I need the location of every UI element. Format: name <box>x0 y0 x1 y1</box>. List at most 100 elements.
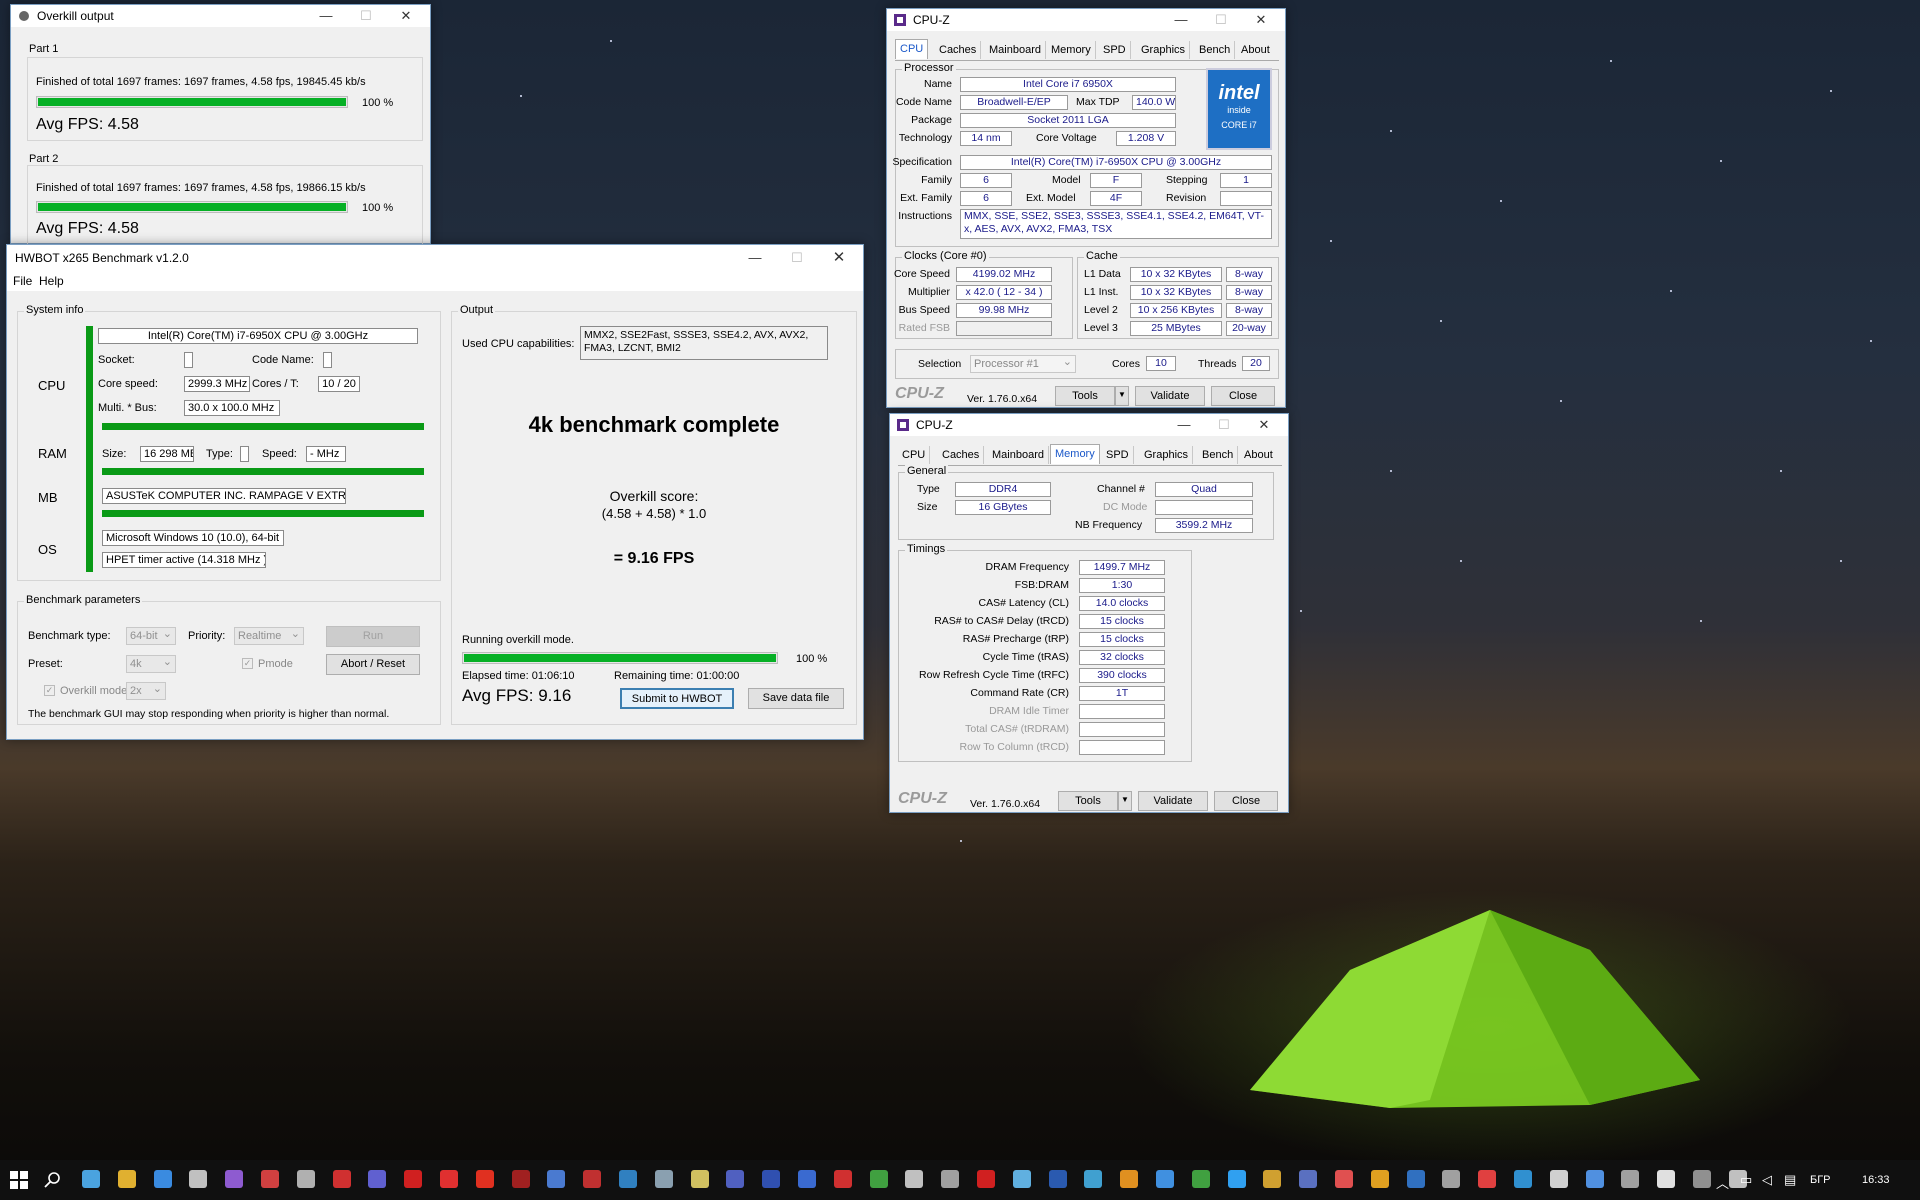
taskbar-app-icon[interactable] <box>690 1170 709 1188</box>
taskbar-app-icon[interactable] <box>296 1170 315 1188</box>
minimize-button[interactable]: — <box>306 5 346 27</box>
taskbar-app-icon[interactable] <box>762 1170 781 1188</box>
taskbar-app-icon[interactable] <box>1084 1170 1103 1188</box>
taskbar-app-icon[interactable] <box>1156 1170 1174 1188</box>
taskbar-app-icon[interactable] <box>1335 1170 1353 1188</box>
minimize-button[interactable]: — <box>1164 414 1204 436</box>
tab-cpu[interactable]: CPU <box>898 446 931 464</box>
taskbar-app-icon[interactable] <box>1191 1170 1210 1188</box>
tab-spd[interactable]: SPD <box>1102 446 1134 464</box>
overkill-select[interactable]: 2x <box>126 681 166 700</box>
taskbar-app-icon[interactable] <box>1263 1170 1282 1188</box>
hwbot-titlebar[interactable]: HWBOT x265 Benchmark v1.2.0 — ☐ ✕ <box>7 245 863 271</box>
taskbar-app-icon[interactable] <box>619 1170 637 1188</box>
taskbar-app-icon[interactable] <box>547 1170 566 1188</box>
tab-memory[interactable]: Memory <box>1047 41 1096 59</box>
preset-select[interactable]: 4k <box>126 654 176 673</box>
taskbar-app-icon[interactable] <box>82 1170 100 1188</box>
taskbar-app-icon[interactable] <box>1585 1170 1604 1188</box>
benchmark-type-select[interactable]: 64-bit <box>126 626 176 645</box>
processor-select[interactable]: Processor #1 <box>970 354 1076 373</box>
taskbar-app-icon[interactable] <box>153 1170 172 1188</box>
tab-about[interactable]: About <box>1240 446 1277 464</box>
taskbar-app-icon[interactable] <box>368 1170 387 1188</box>
tab-about[interactable]: About <box>1237 41 1274 59</box>
tools-button[interactable]: Tools <box>1055 386 1115 406</box>
taskbar-app-icon[interactable] <box>798 1170 816 1188</box>
menu-help[interactable]: Help <box>39 274 64 288</box>
taskbar-app-icon[interactable] <box>1299 1170 1318 1188</box>
tab-cpu[interactable]: CPU <box>895 39 929 59</box>
tools-button[interactable]: Tools <box>1058 791 1118 811</box>
validate-button[interactable]: Validate <box>1138 791 1208 811</box>
taskbar-app-icon[interactable] <box>1048 1170 1067 1188</box>
taskbar-app-icon[interactable] <box>1406 1170 1425 1188</box>
overkill-checkbox[interactable]: ✓ <box>44 685 55 696</box>
network-icon[interactable]: ▭ <box>1740 1172 1752 1188</box>
taskbar-app-icon[interactable] <box>475 1170 494 1188</box>
tools-dropdown-icon[interactable]: ▼ <box>1118 791 1132 811</box>
close-button[interactable]: ✕ <box>1244 414 1284 436</box>
windows-start-icon[interactable] <box>10 1171 28 1189</box>
maximize-button[interactable]: ☐ <box>777 247 817 269</box>
tab-mainboard[interactable]: Mainboard <box>985 41 1046 59</box>
cpuz-titlebar[interactable]: CPU-Z — ☐ ✕ <box>887 9 1285 31</box>
tab-bench[interactable]: Bench <box>1195 41 1236 59</box>
taskbar-app-icon[interactable] <box>1012 1170 1031 1188</box>
close-action-button[interactable]: Close <box>1211 386 1275 406</box>
tab-caches[interactable]: Caches <box>935 41 982 59</box>
taskbar-app-icon[interactable] <box>1478 1170 1497 1188</box>
taskbar-app-icon[interactable] <box>1120 1170 1139 1188</box>
tab-mainboard[interactable]: Mainboard <box>988 446 1049 464</box>
taskbar-app-icon[interactable] <box>941 1170 960 1188</box>
close-action-button[interactable]: Close <box>1214 791 1278 811</box>
maximize-button[interactable]: ☐ <box>346 5 386 27</box>
taskbar-app-icon[interactable] <box>1693 1170 1711 1188</box>
taskbar-app-icon[interactable] <box>654 1170 673 1188</box>
save-data-button[interactable]: Save data file <box>748 688 844 709</box>
tab-spd[interactable]: SPD <box>1099 41 1131 59</box>
tray-chevron-up-icon[interactable]: ︿ <box>1716 1173 1729 1192</box>
priority-select[interactable]: Realtime <box>234 626 304 645</box>
taskbar-app-icon[interactable] <box>189 1170 208 1188</box>
submit-hwbot-button[interactable]: Submit to HWBOT <box>620 688 734 709</box>
taskbar-app-icon[interactable] <box>1227 1170 1246 1188</box>
run-button[interactable]: Run <box>326 626 420 647</box>
close-button[interactable]: ✕ <box>819 247 859 269</box>
taskbar-app-icon[interactable] <box>977 1170 995 1188</box>
taskbar-app-icon[interactable] <box>1621 1170 1640 1188</box>
taskbar-app-icon[interactable] <box>117 1170 136 1188</box>
minimize-button[interactable]: — <box>1161 9 1201 31</box>
tab-caches[interactable]: Caches <box>938 446 985 464</box>
taskbar-app-icon[interactable] <box>726 1170 745 1188</box>
minimize-button[interactable]: — <box>735 247 775 269</box>
tab-graphics[interactable]: Graphics <box>1137 41 1191 59</box>
pmode-checkbox[interactable]: ✓ <box>242 658 253 669</box>
search-icon[interactable] <box>44 1171 62 1189</box>
tools-dropdown-icon[interactable]: ▼ <box>1115 386 1129 406</box>
taskbar-app-icon[interactable] <box>261 1170 279 1188</box>
taskbar-app-icon[interactable] <box>1657 1170 1676 1188</box>
tab-memory[interactable]: Memory <box>1050 444 1100 464</box>
taskbar-app-icon[interactable] <box>905 1170 924 1188</box>
clock[interactable]: 16:33 <box>1862 1174 1890 1186</box>
volume-icon[interactable]: ◁ <box>1762 1172 1772 1188</box>
taskbar-app-icon[interactable] <box>1370 1170 1389 1188</box>
taskbar-app-icon[interactable] <box>332 1170 351 1188</box>
maximize-button[interactable]: ☐ <box>1201 9 1241 31</box>
overkill-titlebar[interactable]: Overkill output — ☐ ✕ <box>11 5 430 27</box>
taskbar-app-icon[interactable] <box>583 1170 602 1188</box>
taskbar-app-icon[interactable] <box>1514 1170 1532 1188</box>
taskbar-app-icon[interactable] <box>511 1170 530 1188</box>
notification-icon[interactable]: ▤ <box>1784 1172 1796 1188</box>
maximize-button[interactable]: ☐ <box>1204 414 1244 436</box>
taskbar-app-icon[interactable] <box>404 1170 423 1188</box>
close-button[interactable]: ✕ <box>1241 9 1281 31</box>
taskbar-app-icon[interactable] <box>833 1170 852 1188</box>
taskbar-app-icon[interactable] <box>869 1170 888 1188</box>
close-button[interactable]: ✕ <box>386 5 426 27</box>
language-indicator[interactable]: БГР <box>1810 1174 1831 1186</box>
taskbar-app-icon[interactable] <box>225 1170 244 1188</box>
validate-button[interactable]: Validate <box>1135 386 1205 406</box>
taskbar-app-icon[interactable] <box>1442 1170 1461 1188</box>
